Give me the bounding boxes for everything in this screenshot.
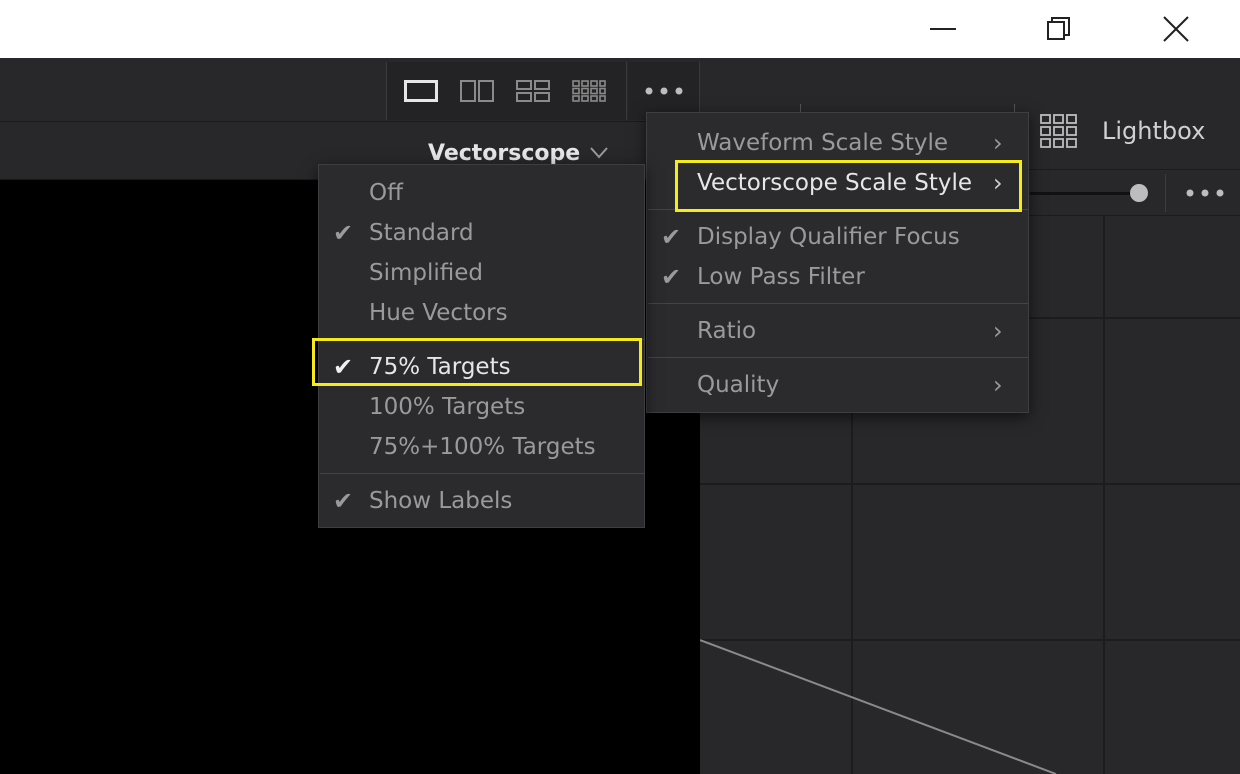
- chevron-down-icon: [590, 147, 608, 159]
- menu-item-label: Off: [369, 180, 403, 206]
- layout-quad-icon: [516, 80, 550, 102]
- menu-item-label: 75%+100% Targets: [369, 434, 596, 460]
- close-button[interactable]: [1147, 0, 1205, 58]
- more-icon: [645, 87, 682, 95]
- window-titlebar: [0, 0, 1240, 58]
- menu-item-100-targets[interactable]: 100% Targets: [319, 387, 644, 427]
- minimize-icon: [930, 28, 956, 30]
- menu-separator: [320, 473, 645, 474]
- menu-item-waveform-scale-style[interactable]: Waveform Scale Style ›: [647, 123, 1028, 163]
- layout-single-icon: [404, 80, 438, 102]
- menu-item-label: Low Pass Filter: [697, 264, 865, 290]
- menu-item-label: Standard: [369, 220, 474, 246]
- layout-grid-icon: [572, 80, 606, 102]
- menu-separator: [648, 357, 1029, 358]
- panel-more-button[interactable]: [1180, 178, 1230, 208]
- checkmark-icon: ✔: [660, 223, 682, 251]
- menu-item-label: Simplified: [369, 260, 484, 286]
- menu-item-simplified[interactable]: Simplified: [319, 253, 644, 293]
- slider-track[interactable]: [1030, 192, 1140, 195]
- chevron-right-icon: ›: [993, 317, 1003, 345]
- lightbox-grid-icon: [1040, 114, 1077, 148]
- layout-grid-button[interactable]: [563, 62, 615, 120]
- layout-single-button[interactable]: [395, 62, 447, 120]
- divider: [1165, 174, 1166, 212]
- menu-item-standard[interactable]: ✔ Standard: [319, 213, 644, 253]
- menu-item-low-pass-filter[interactable]: ✔ Low Pass Filter: [647, 257, 1028, 297]
- restore-button[interactable]: [1030, 0, 1088, 58]
- minimize-button[interactable]: [914, 0, 972, 58]
- menu-item-ratio[interactable]: Ratio ›: [647, 311, 1028, 351]
- menu-item-label: Show Labels: [369, 488, 513, 514]
- menu-item-label: Display Qualifier Focus: [697, 224, 960, 250]
- layout-button-group: [386, 62, 627, 120]
- lightbox-button[interactable]: Lightbox: [1040, 114, 1205, 148]
- lightbox-label: Lightbox: [1102, 117, 1206, 145]
- scope-type-label: Vectorscope: [428, 140, 581, 166]
- restore-icon: [1047, 17, 1070, 40]
- menu-item-label: Ratio: [697, 318, 757, 344]
- menu-item-label: 100% Targets: [369, 394, 526, 420]
- highlight-box-vectorscope-scale-style: [675, 160, 1022, 212]
- menu-item-show-labels[interactable]: ✔ Show Labels: [319, 481, 644, 521]
- menu-item-label: Waveform Scale Style: [697, 130, 949, 156]
- more-icon: [1186, 189, 1224, 197]
- highlight-box-75-targets: [312, 338, 642, 386]
- scope-options-menu: Waveform Scale Style › Vectorscope Scale…: [646, 112, 1029, 413]
- layout-dual-button[interactable]: [451, 62, 503, 120]
- checkmark-icon: ✔: [332, 219, 354, 247]
- chevron-right-icon: ›: [993, 371, 1003, 399]
- menu-item-hue-vectors[interactable]: Hue Vectors: [319, 293, 644, 333]
- menu-item-quality[interactable]: Quality ›: [647, 365, 1028, 405]
- menu-item-75-100-targets[interactable]: 75%+100% Targets: [319, 427, 644, 467]
- slider-handle[interactable]: [1130, 184, 1148, 202]
- menu-item-off[interactable]: Off: [319, 173, 644, 213]
- menu-separator: [648, 303, 1029, 304]
- checkmark-icon: ✔: [332, 487, 354, 515]
- close-icon: [1163, 16, 1189, 42]
- layout-dual-icon: [460, 80, 494, 102]
- menu-item-label: Hue Vectors: [369, 300, 508, 326]
- menu-item-label: Quality: [697, 372, 780, 398]
- menu-item-display-qualifier-focus[interactable]: ✔ Display Qualifier Focus: [647, 217, 1028, 257]
- chevron-right-icon: ›: [993, 129, 1003, 157]
- checkmark-icon: ✔: [660, 263, 682, 291]
- layout-quad-button[interactable]: [507, 62, 559, 120]
